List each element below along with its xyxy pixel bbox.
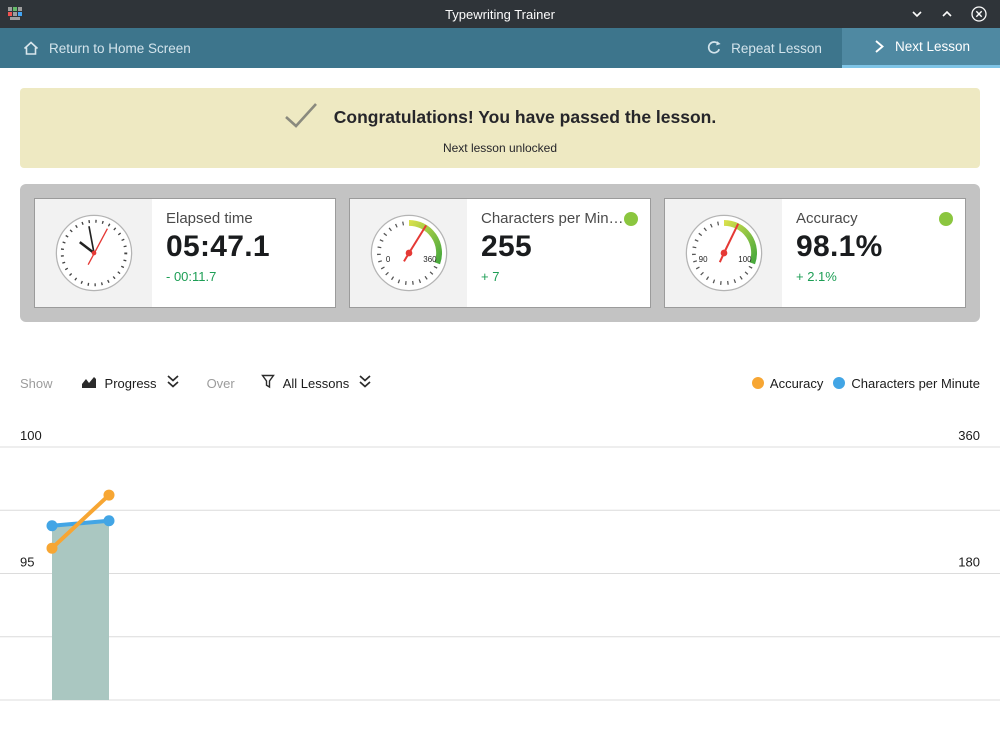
- close-button[interactable]: [970, 5, 988, 23]
- next-lesson-button[interactable]: Next Lesson: [842, 28, 1000, 68]
- chevron-right-icon: [872, 39, 886, 54]
- stat-value: 255: [481, 230, 636, 264]
- progress-chart: 100 95 360 180: [0, 420, 1000, 725]
- stat-title: Characters per Min…: [481, 210, 631, 227]
- stats-panel: Elapsed time 05:47.1 - 00:11.7 0 360 Cha…: [20, 184, 980, 322]
- double-chevron-down-icon: [357, 374, 373, 392]
- close-circle-icon: [970, 5, 988, 23]
- repeat-lesson-button[interactable]: Repeat Lesson: [686, 28, 842, 68]
- repeat-icon: [706, 40, 722, 56]
- cpm-legend-dot: [833, 377, 845, 389]
- return-home-button[interactable]: Return to Home Screen: [0, 28, 211, 68]
- lessons-dropdown[interactable]: All Lessons: [261, 374, 373, 392]
- over-label: Over: [207, 376, 235, 391]
- next-lesson-label: Next Lesson: [895, 39, 970, 54]
- clock-icon: [35, 199, 152, 307]
- return-home-label: Return to Home Screen: [49, 41, 191, 56]
- chart-legend: Accuracy Characters per Minute: [752, 376, 980, 391]
- gauge-min-label: 0: [385, 255, 390, 264]
- success-banner: Congratulations! You have passed the les…: [20, 88, 980, 168]
- speed-gauge-icon: 0 360: [350, 199, 467, 307]
- svg-text:95: 95: [20, 555, 34, 570]
- show-label: Show: [20, 376, 53, 391]
- gauge-min-label: 90: [698, 255, 707, 264]
- banner-title: Congratulations! You have passed the les…: [334, 107, 717, 128]
- stat-delta: + 7: [481, 269, 636, 284]
- gauge-max-label: 100: [738, 255, 752, 264]
- double-chevron-down-icon: [165, 374, 181, 392]
- svg-text:100: 100: [20, 428, 42, 443]
- legend-accuracy: Accuracy: [752, 376, 823, 391]
- accuracy-legend-dot: [752, 377, 764, 389]
- stat-card-accuracy: 90 100 Accuracy 98.1% + 2.1%: [664, 198, 966, 308]
- status-dot: [939, 212, 953, 226]
- repeat-lesson-label: Repeat Lesson: [731, 41, 822, 56]
- check-icon: [284, 102, 318, 134]
- stat-delta: + 2.1%: [796, 269, 951, 284]
- accuracy-gauge-icon: 90 100: [665, 199, 782, 307]
- window-title: Typewriting Trainer: [0, 7, 1000, 22]
- stat-card-elapsed-time: Elapsed time 05:47.1 - 00:11.7: [34, 198, 336, 308]
- home-icon: [22, 39, 40, 57]
- maximize-button[interactable]: [940, 7, 954, 21]
- progress-dropdown-label: Progress: [105, 376, 157, 391]
- toolbar: Return to Home Screen Repeat Lesson Next…: [0, 28, 1000, 68]
- chart-controls-row: Show Progress Over All Lessons Accu: [20, 370, 980, 396]
- app-icon[interactable]: [7, 6, 23, 22]
- titlebar: Typewriting Trainer: [0, 0, 1000, 28]
- legend-cpm-label: Characters per Minute: [851, 376, 980, 391]
- legend-cpm: Characters per Minute: [833, 376, 980, 391]
- legend-accuracy-label: Accuracy: [770, 376, 823, 391]
- filter-funnel-icon: [261, 374, 275, 392]
- chevron-down-icon: [910, 7, 924, 21]
- progress-dropdown[interactable]: Progress: [81, 374, 181, 393]
- svg-text:360: 360: [958, 428, 980, 443]
- stat-delta: - 00:11.7: [166, 269, 321, 284]
- banner-subtitle: Next lesson unlocked: [443, 141, 557, 155]
- status-dot: [624, 212, 638, 226]
- stat-value: 98.1%: [796, 230, 951, 264]
- svg-text:180: 180: [958, 555, 980, 570]
- stat-value: 05:47.1: [166, 230, 321, 264]
- chevron-up-icon: [940, 7, 954, 21]
- stat-title: Elapsed time: [166, 210, 316, 227]
- stat-card-cpm: 0 360 Characters per Min… 255 + 7: [349, 198, 651, 308]
- minimize-button[interactable]: [910, 7, 924, 21]
- area-chart-icon: [81, 374, 97, 393]
- lessons-dropdown-label: All Lessons: [283, 376, 349, 391]
- gauge-max-label: 360: [423, 255, 437, 264]
- stat-title: Accuracy: [796, 210, 946, 227]
